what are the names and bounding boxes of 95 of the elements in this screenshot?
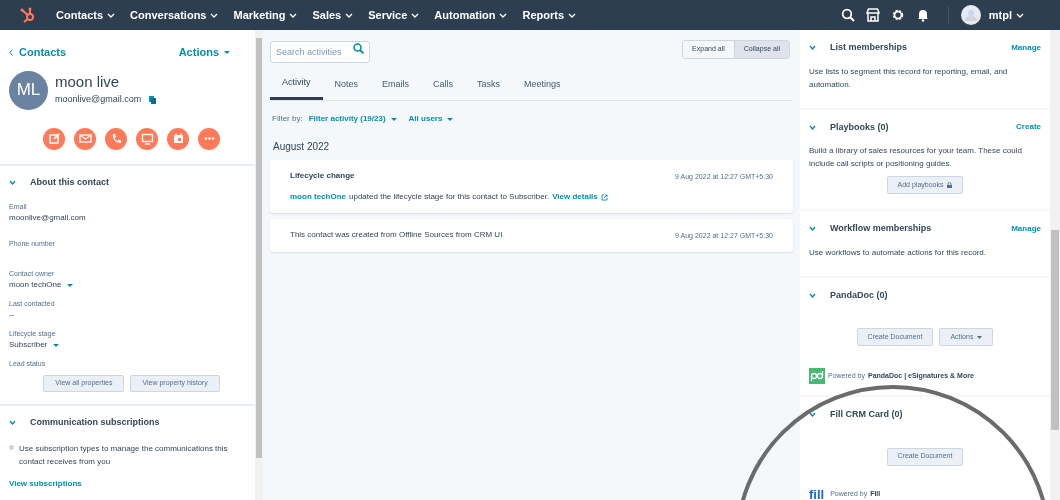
- subscriptions-text: Use subscription types to manage the communications this contact receives from you: [19, 442, 229, 468]
- back-link[interactable]: Contacts: [9, 44, 67, 61]
- fill-logo: fill: [809, 487, 825, 500]
- card-action-link[interactable]: Create: [1016, 121, 1041, 134]
- phone-button[interactable]: [105, 127, 127, 150]
- property-value: moonlive@gmail.com: [9, 212, 86, 224]
- property-dropdown[interactable]: moon techOne: [9, 279, 62, 291]
- chevron-down-icon: [345, 12, 354, 18]
- chevron-down-icon: [809, 226, 816, 232]
- copy-icon: [149, 96, 157, 104]
- edit-note-icon: [47, 132, 61, 145]
- search-icon: [353, 43, 364, 54]
- calendar-button[interactable]: [167, 127, 189, 150]
- search-icon: [841, 8, 856, 22]
- card-action-link[interactable]: Manage: [1011, 41, 1041, 54]
- caret-down-icon: [67, 283, 74, 287]
- chat-window-icon: [140, 132, 154, 145]
- filter-label: Filter by:: [272, 113, 303, 125]
- chevron-down-icon: [809, 124, 816, 130]
- chevron-down-icon: [289, 12, 298, 18]
- bullet-dot-icon: [9, 444, 14, 450]
- lock-icon: [947, 182, 953, 188]
- chevron-down-icon: [411, 12, 420, 18]
- activity-title: Lifecycle change: [290, 170, 356, 182]
- nav-menu-item[interactable]: Contacts: [56, 6, 116, 24]
- activity-text: This contact was created from Offline Sources from CRM UI: [290, 229, 503, 241]
- more-dots-button[interactable]: [198, 127, 220, 150]
- calendar-icon: [171, 132, 185, 145]
- card-description: Use lists to segment this record for reporting, email, and automation.: [809, 65, 1009, 91]
- caret-down-icon: [447, 117, 454, 121]
- envelope-icon: [78, 132, 92, 145]
- chevron-down-icon: [1016, 12, 1024, 18]
- chevron-left-icon: [9, 48, 13, 56]
- chevron-down-icon: [9, 420, 16, 426]
- filter-dropdown[interactable]: Filter activity (19/23): [308, 113, 397, 125]
- notification-bell-icon: [916, 8, 931, 22]
- contact-email: moonlive@gmail.com: [55, 93, 142, 107]
- section-title: About this contact: [30, 175, 109, 189]
- property-value: --: [9, 309, 15, 321]
- section-title: Fill CRM Card (0): [830, 408, 903, 421]
- month-heading: August 2022: [273, 140, 331, 154]
- activity-tab[interactable]: Notes: [322, 69, 371, 100]
- contact-avatar: ML: [9, 70, 48, 110]
- chevron-down-icon: [107, 12, 116, 18]
- nav-menu-item[interactable]: Service: [368, 6, 420, 24]
- section-title: Workflow memberships: [830, 222, 932, 235]
- section-title: List memberships: [830, 41, 908, 54]
- nav-menu-item[interactable]: Sales: [312, 6, 354, 24]
- card-description: Build a library of sales resources for your team. These could include call scripts or positioning guides.: [809, 145, 1023, 170]
- caret-down-icon: [224, 49, 230, 55]
- nav-menu-item[interactable]: Conversations: [130, 6, 219, 24]
- avatar-icon: [960, 5, 981, 25]
- activity-tab[interactable]: Meetings: [512, 69, 573, 100]
- section-title: Playbooks (0): [830, 120, 889, 134]
- sprocket-logo-icon: [20, 7, 36, 23]
- property-dropdown[interactable]: Subscriber: [9, 339, 48, 351]
- chevron-down-icon: [568, 12, 577, 18]
- section-title: PandaDoc (0): [830, 288, 888, 302]
- envelope-button[interactable]: [74, 127, 96, 150]
- pandadoc-logo-icon: [809, 368, 825, 384]
- activity-tab[interactable]: Emails: [370, 69, 422, 100]
- contact-name: moon live: [55, 73, 121, 92]
- nav-menu-item[interactable]: Automation: [434, 6, 508, 24]
- settings-icon: [891, 8, 906, 22]
- chevron-down-icon: [499, 12, 508, 18]
- search-field[interactable]: Search activities: [270, 41, 370, 63]
- card-action-link[interactable]: Manage: [1011, 222, 1041, 235]
- scrollbar-thumb[interactable]: [256, 38, 262, 458]
- user-link[interactable]: moon techOne: [290, 191, 346, 203]
- chevron-down-icon: [210, 12, 219, 18]
- external-link-icon: [600, 193, 608, 201]
- activity-tab[interactable]: Activity: [270, 69, 323, 100]
- nav-menu-item[interactable]: Reports: [522, 6, 577, 24]
- nav-menu-item[interactable]: Marketing: [233, 6, 298, 24]
- section-title: Communication subscriptions: [30, 416, 160, 429]
- actions-dropdown[interactable]: Actions: [178, 44, 230, 61]
- activity-text: moon techOne updated the lifecycle stage for this contact to Subscriber. View details: [290, 191, 608, 203]
- caret-down-icon: [53, 343, 60, 347]
- activity-tab[interactable]: Calls: [421, 69, 466, 100]
- chat-window-button[interactable]: [136, 127, 158, 150]
- edit-note-button[interactable]: [43, 127, 65, 150]
- filter-dropdown[interactable]: All users: [408, 113, 454, 125]
- activity-tab[interactable]: Tasks: [465, 69, 513, 100]
- chevron-down-icon: [809, 45, 816, 51]
- view-details-link[interactable]: View details: [552, 191, 608, 203]
- scrollbar-thumb[interactable]: [1051, 230, 1059, 430]
- chevron-down-icon: [809, 412, 816, 418]
- card-description: Use workflows to automate actions for this record.: [809, 246, 987, 259]
- user-menu[interactable]: mtpl: [988, 6, 1024, 24]
- chevron-down-icon: [809, 292, 816, 298]
- view-subscriptions-link[interactable]: View subscriptions: [9, 477, 246, 490]
- storefront-icon: [866, 8, 881, 22]
- chevron-down-icon: [9, 179, 16, 185]
- caret-down-icon: [977, 335, 983, 339]
- caret-down-icon: [390, 117, 397, 121]
